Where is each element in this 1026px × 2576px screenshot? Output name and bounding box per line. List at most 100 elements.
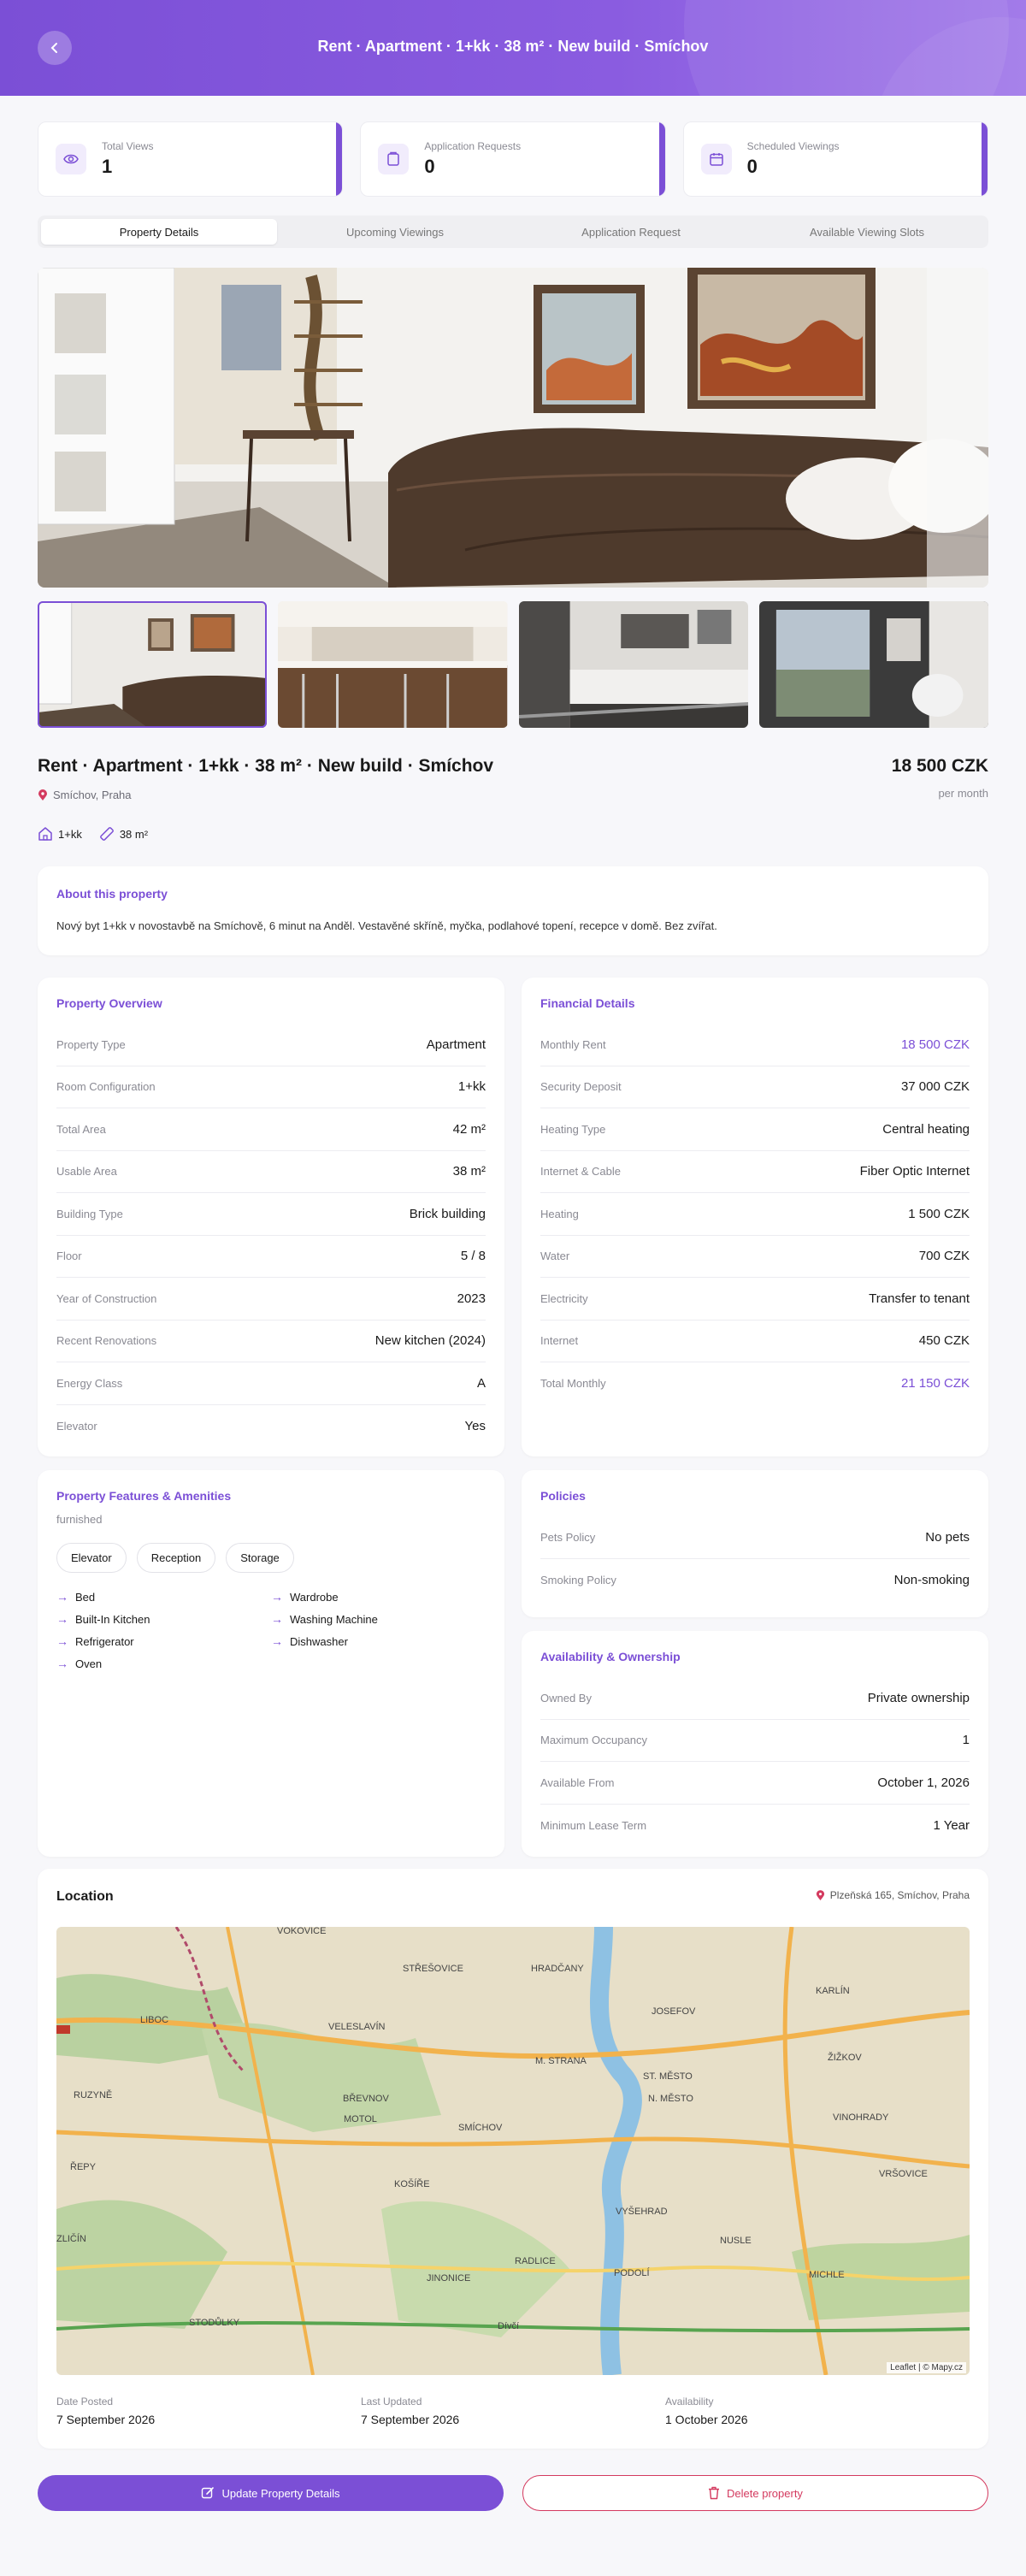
tab-upcoming-viewings[interactable]: Upcoming Viewings — [277, 219, 513, 245]
policies-heading: Policies — [540, 1489, 586, 1503]
tab-property-details[interactable]: Property Details — [41, 219, 277, 245]
detail-label: Available From — [540, 1775, 615, 1789]
update-property-button[interactable]: Update Property Details — [38, 2475, 504, 2511]
overview-heading: Property Overview — [56, 996, 162, 1010]
tab-available-viewing-slots[interactable]: Available Viewing Slots — [749, 219, 985, 245]
trash-icon — [709, 2486, 720, 2500]
map-label: ZLIČÍN — [56, 2233, 86, 2244]
detail-label: Monthly Rent — [540, 1037, 606, 1051]
map-view[interactable]: VOKOVICE STŘEŠOVICE HRADČANY JOSEFOV KAR… — [56, 1927, 970, 2375]
map-pin-icon — [816, 1889, 824, 1900]
arrow-right-icon: → — [271, 1612, 283, 1626]
map-label: KOŠÍŘE — [394, 2178, 430, 2189]
feature-item: → Refrigerator — [56, 1634, 271, 1648]
edit-icon — [202, 2487, 215, 2499]
detail-label: Minimum Lease Term — [540, 1818, 647, 1832]
map-label: PODOLÍ — [614, 2267, 651, 2278]
detail-label: Elevator — [56, 1419, 97, 1433]
main-photo[interactable] — [38, 268, 988, 588]
detail-row: Building Type Brick building — [56, 1193, 486, 1236]
detail-value: New kitchen (2024) — [374, 1333, 486, 1349]
address-text: Plzeňská 165, Smíchov, Praha — [829, 1889, 970, 1901]
detail-row: Owned By Private ownership — [540, 1677, 970, 1720]
feature-label: Bed — [75, 1590, 96, 1604]
map-label: VINOHRADY — [833, 2112, 889, 2123]
feature-item: → Built-In Kitchen — [56, 1612, 271, 1626]
detail-row: Security Deposit 37 000 CZK — [540, 1066, 970, 1108]
detail-row: Monthly Rent 18 500 CZK — [540, 1024, 970, 1066]
feature-label: Built-In Kitchen — [75, 1612, 150, 1626]
location-address: Plzeňská 165, Smíchov, Praha — [816, 1889, 970, 1901]
feature-label: Oven — [75, 1657, 103, 1670]
price-period: per month — [938, 787, 988, 800]
map-pin-icon — [38, 789, 47, 801]
feature-label: Dishwasher — [290, 1634, 348, 1648]
detail-label: Building Type — [56, 1207, 123, 1220]
detail-value: 38 m² — [452, 1164, 486, 1179]
detail-value: 1 — [962, 1733, 970, 1748]
detail-row: Water 700 CZK — [540, 1236, 970, 1278]
detail-value: 5 / 8 — [460, 1249, 486, 1264]
thumbnail-kitchen[interactable] — [278, 601, 508, 728]
arrow-right-icon: → — [56, 1590, 68, 1604]
feature-item: → Bed — [56, 1590, 271, 1604]
map-label: ŘEPY — [70, 2161, 97, 2172]
feature-list: → Bed → Wardrobe → Built-In Kitchen → Washin… — [56, 1590, 486, 1670]
map-label: VRŠOVICE — [879, 2168, 928, 2179]
thumbnail-window-view[interactable] — [758, 601, 988, 728]
feature-label: Wardrobe — [290, 1590, 339, 1604]
financial-heading: Financial Details — [540, 996, 635, 1010]
thumbnail-living-room[interactable] — [38, 601, 268, 728]
about-text: Nový byt 1+kk v novostavbě na Smíchově, … — [56, 919, 717, 932]
location-heading: Location — [56, 1889, 114, 1904]
delete-property-button[interactable]: Delete property — [522, 2475, 988, 2511]
detail-label: Recent Renovations — [56, 1334, 157, 1348]
map-label: JOSEFOV — [652, 2006, 696, 2017]
stat-accent-bar — [981, 122, 988, 196]
listing-dates: Date Posted 7 September 2026 Last Updated… — [56, 2396, 970, 2426]
tab-application-request[interactable]: Application Request — [513, 219, 749, 245]
chip-area: 38 m² — [99, 826, 148, 842]
detail-label: Energy Class — [56, 1376, 123, 1390]
map-label: N. MĚSTO — [648, 2093, 693, 2104]
detail-value: 450 CZK — [918, 1333, 970, 1349]
thumbnail-bedroom[interactable] — [518, 601, 748, 728]
tab-bar: Property Details Upcoming Viewings Appli… — [38, 216, 988, 248]
eye-icon — [56, 144, 86, 174]
detail-row: Pets Policy No pets — [540, 1516, 970, 1559]
detail-row: Maximum Occupancy 1 — [540, 1720, 970, 1762]
stat-value: 0 — [424, 156, 435, 177]
arrow-right-icon: → — [56, 1657, 68, 1670]
detail-row: Year of Construction 2023 — [56, 1278, 486, 1320]
map-label: RADLICE — [515, 2256, 556, 2266]
detail-label: Usable Area — [56, 1165, 117, 1179]
map-attribution[interactable]: Leaflet | © Mapy.cz — [887, 2362, 966, 2373]
map-label: NUSLE — [720, 2236, 752, 2246]
map-label: JINONICE — [427, 2273, 470, 2284]
update-button-label: Update Property Details — [221, 2486, 340, 2500]
availability-heading: Availability & Ownership — [540, 1650, 681, 1663]
detail-value: Non-smoking — [893, 1572, 970, 1587]
stat-card-views: Total Views 1 — [38, 121, 344, 197]
detail-label: Owned By — [540, 1691, 592, 1705]
furnishing-status: furnished — [56, 1513, 103, 1526]
property-overview-card: Property Overview Property Type Apartment… — [38, 978, 504, 1456]
detail-value: Transfer to tenant — [869, 1291, 970, 1306]
stat-label: Application Requests — [424, 140, 522, 152]
policies-card: Policies Pets Policy No pets Smoking Poli… — [522, 1470, 988, 1617]
detail-value: Fiber Optic Internet — [859, 1164, 970, 1179]
chip-layout-text: 1+kk — [58, 827, 82, 841]
arrow-right-icon: → — [56, 1634, 68, 1648]
map-label: SMÍCHOV — [458, 2122, 503, 2133]
photo-thumbnails — [38, 601, 988, 728]
detail-value: 1 500 CZK — [908, 1206, 970, 1221]
map-label: STODŮLKY — [189, 2317, 240, 2328]
detail-row: Heating 1 500 CZK — [540, 1193, 970, 1236]
detail-value: 2023 — [457, 1291, 486, 1306]
amenity-chips: Elevator Reception Storage — [56, 1543, 486, 1573]
detail-value: No pets — [925, 1529, 970, 1545]
home-icon — [38, 827, 52, 841]
date-label: Last Updated — [361, 2396, 422, 2408]
detail-label: Smoking Policy — [540, 1573, 616, 1586]
listing-title: Rent · Apartment · 1+kk · 38 m² · New bu… — [38, 756, 494, 776]
